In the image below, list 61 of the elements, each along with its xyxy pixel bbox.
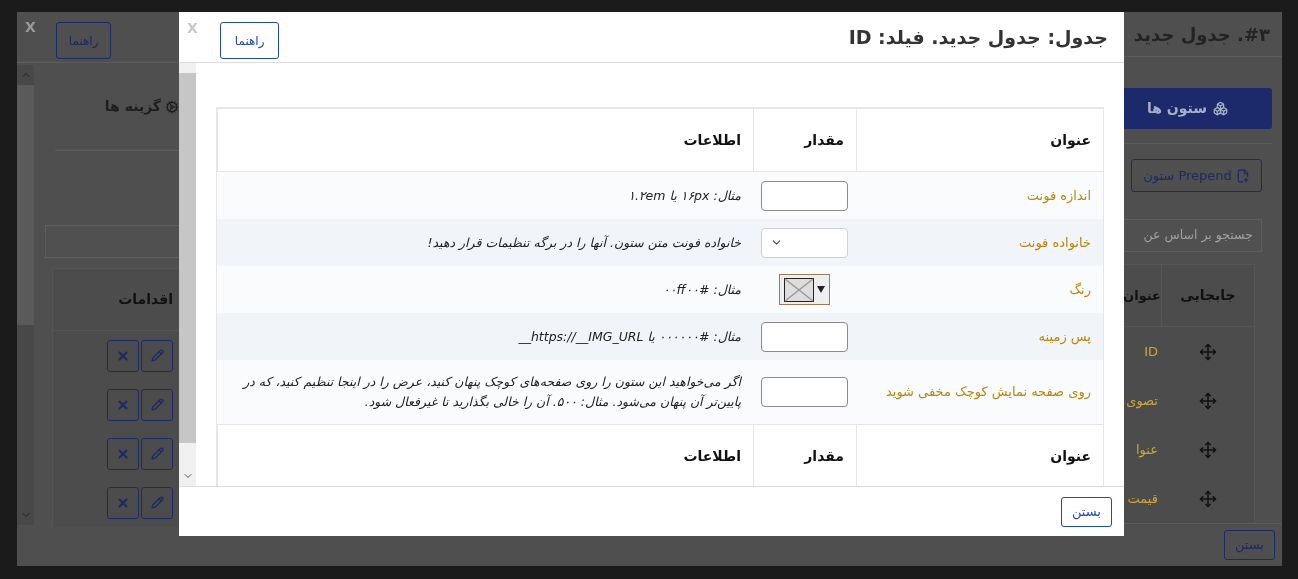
cubes-icon (1213, 101, 1228, 117)
setting-info: خانواده فونت متن ستون. آنها را در برگه تنظیمات قرار دهید! (426, 233, 742, 252)
dialog-title: جدول: جدول جدید. فیلد: ID (848, 24, 1108, 51)
file-plus-icon (1235, 168, 1250, 183)
move-icon[interactable] (1199, 440, 1217, 459)
edit-button[interactable] (141, 339, 173, 372)
column-title: تصوی (1126, 392, 1158, 411)
close-button[interactable]: بستن (1060, 496, 1112, 527)
delete-button[interactable] (107, 339, 139, 372)
delete-button[interactable] (107, 388, 139, 421)
setting-info: اگر می‌خواهید این ستون را روی صفحه‌های کوچک پنهان کنید، عرض را در اینجا تنظیم کنید، که در پایین‌تر آن پنهان می‌شود. مثال: ۵۰۰. آن را خالی بگذارید تا غیرفعال شود. (241, 373, 743, 411)
pencil-icon (150, 398, 164, 411)
pencil-icon (150, 349, 164, 362)
move-icon[interactable] (1199, 342, 1217, 361)
close-icon (116, 495, 130, 510)
column-header: عنوان (1123, 287, 1161, 306)
setting-label: روی صفحه نمایش کوچک مخفی شوید (884, 383, 1092, 402)
columns-button[interactable]: ستون ها (1124, 88, 1272, 130)
delete-button[interactable] (107, 486, 139, 519)
setting-label: اندازه فونت (1025, 186, 1092, 206)
move-icon[interactable] (1199, 391, 1217, 410)
column-footer: عنوان (856, 424, 1103, 486)
close-icon (116, 348, 130, 363)
setting-label: پس زمینه (1037, 327, 1092, 347)
column-title: عنوا (1136, 441, 1158, 460)
edit-button[interactable] (141, 486, 173, 519)
search-placeholder: جستجو بر اساس عن (1143, 226, 1253, 245)
column-header: اطلاعات (217, 108, 753, 172)
close-icon (116, 446, 130, 461)
scrollbar[interactable] (17, 65, 34, 525)
column-footer: مقدار (753, 424, 856, 486)
color-picker[interactable] (779, 274, 830, 305)
pencil-icon (150, 496, 164, 509)
edit-button[interactable] (141, 388, 173, 421)
text-input-field[interactable] (761, 180, 848, 211)
column-title: قیمت (1127, 490, 1158, 509)
empty-color-swatch-icon (784, 277, 814, 302)
text-input-field[interactable] (761, 377, 848, 407)
setting-label: رنگ (1068, 280, 1092, 300)
close-button[interactable]: X (25, 17, 36, 38)
search-field[interactable]: جستجو بر اساس عن (1124, 219, 1262, 253)
scrollbar[interactable] (179, 63, 196, 486)
text-input-field[interactable] (761, 321, 848, 352)
help-button[interactable]: راهنما (219, 22, 280, 59)
setting-info: مثال: ۱۶px یا ۱.۲em (627, 186, 742, 205)
column-footer: اطلاعات (217, 424, 753, 486)
pencil-icon (150, 447, 164, 460)
delete-button[interactable] (107, 437, 139, 470)
edit-button[interactable] (141, 437, 173, 470)
close-icon (116, 397, 130, 412)
column-header: جابجایی (1180, 286, 1236, 306)
gear-icon (165, 99, 179, 114)
dropdown-triangle-icon (817, 286, 825, 293)
search-field[interactable] (45, 225, 179, 258)
column-header: اقدامات (118, 290, 173, 309)
setting-info: مثال: #۰۰ff۰۰ (662, 280, 742, 299)
move-icon[interactable] (1199, 489, 1217, 508)
column-title: ID (1144, 343, 1158, 362)
setting-info: مثال: #۰۰۰۰۰۰ یا https://__IMG_URL__ (517, 327, 742, 346)
select-field[interactable] (761, 227, 848, 258)
setting-label: خانواده فونت (1018, 233, 1092, 253)
